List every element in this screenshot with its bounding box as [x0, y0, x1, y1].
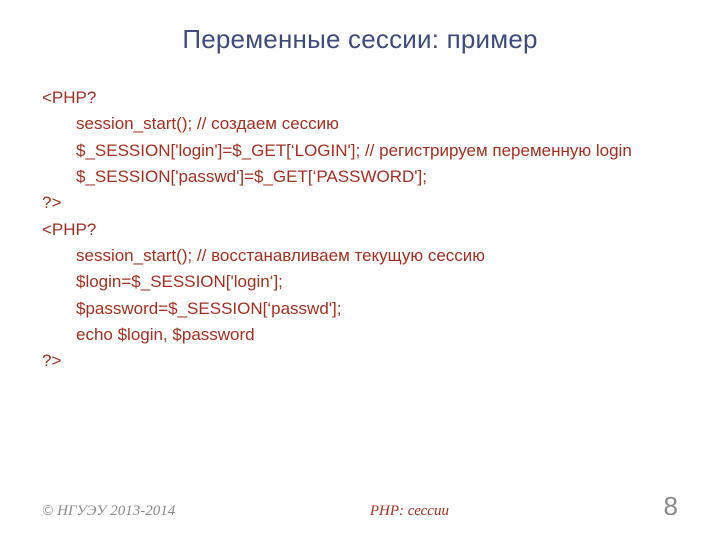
code-line: <PHP?	[42, 85, 678, 111]
footer-topic: PHP: сессии	[165, 503, 653, 520]
slide: Переменные сессии: пример <PHP? session_…	[0, 0, 720, 540]
page-number: 8	[664, 491, 678, 522]
page-title: Переменные сессии: пример	[42, 24, 678, 55]
code-line: echo $login, $password	[42, 322, 678, 348]
code-line: $password=$_SESSION[‘passwd'];	[42, 296, 678, 322]
code-line: ?>	[42, 190, 678, 216]
code-line: $login=$_SESSION['login‘];	[42, 269, 678, 295]
code-line: ?>	[42, 348, 678, 374]
code-line: session_start(); // создаем сессию	[42, 111, 678, 137]
code-line: $_SESSION['passwd']=$_GET[‘PASSWORD'];	[42, 164, 678, 190]
code-line: session_start(); // восстанавливаем теку…	[42, 243, 678, 269]
code-line: <PHP?	[42, 217, 678, 243]
footer: © НГУЭУ 2013-2014 PHP: сессии 8	[0, 491, 720, 522]
code-block: <PHP? session_start(); // создаем сессию…	[42, 85, 678, 375]
footer-copyright: © НГУЭУ 2013-2014	[42, 503, 175, 520]
code-line: $_SESSION['login']=$_GET[‘LOGIN']; // ре…	[42, 138, 678, 164]
